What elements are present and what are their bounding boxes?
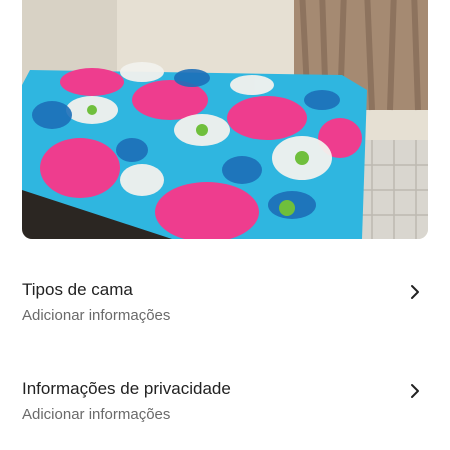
bedroom-photo[interactable]: [22, 0, 428, 239]
bed-types-row[interactable]: Tipos de cama Adicionar informações: [22, 276, 428, 332]
privacy-info-subtitle: Adicionar informações: [22, 406, 171, 423]
privacy-info-row[interactable]: Informações de privacidade Adicionar inf…: [22, 375, 428, 431]
listing-details-page: Tipos de cama Adicionar informações Info…: [0, 0, 450, 450]
chevron-right-icon: [408, 383, 422, 399]
chevron-right-icon: [408, 284, 422, 300]
bed-types-title: Tipos de cama: [22, 280, 133, 299]
bed-types-subtitle: Adicionar informações: [22, 307, 171, 324]
bedroom-photo-image: [22, 0, 428, 239]
privacy-info-title: Informações de privacidade: [22, 379, 231, 398]
